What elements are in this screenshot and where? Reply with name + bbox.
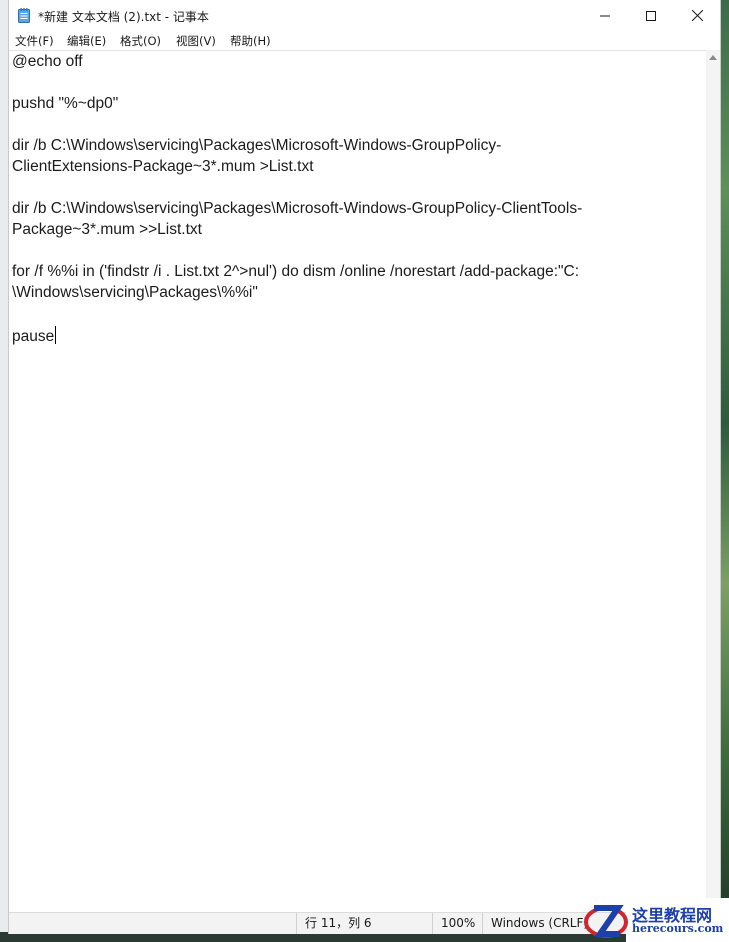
text-caret (55, 326, 57, 344)
menu-edit[interactable]: 编辑(E) (67, 33, 106, 49)
editor-line: for /f %%i in ('findstr /i . List.txt 2^… (12, 263, 580, 280)
scroll-up-arrow-icon[interactable] (709, 55, 717, 60)
background-window-edge (0, 0, 8, 942)
editor-line: Package~3*.mum >>List.txt (12, 221, 202, 238)
editor-line: pushd "%~dp0" (12, 95, 119, 112)
notepad-icon (18, 8, 30, 23)
editor-line: dir /b C:\Windows\servicing\Packages\Mic… (12, 200, 583, 217)
maximize-button[interactable] (628, 0, 674, 31)
editor-line: @echo off (12, 53, 83, 70)
title-bar[interactable]: *新建 文本文档 (2).txt - 记事本 (9, 0, 720, 31)
watermark-logo-icon (584, 905, 628, 938)
menu-view[interactable]: 视图(V) (176, 33, 216, 49)
maximize-icon (646, 10, 656, 21)
status-zoom: 100% (432, 913, 482, 934)
editor-line: dir /b C:\Windows\servicing\Packages\Mic… (12, 137, 502, 154)
notepad-window: *新建 文本文档 (2).txt - 记事本 文件(F) 编辑(E) 格式(O)… (8, 0, 721, 934)
menu-format[interactable]: 格式(O) (120, 33, 161, 49)
vertical-scrollbar[interactable] (706, 50, 720, 912)
close-button[interactable] (674, 0, 720, 31)
menu-bar: 文件(F) 编辑(E) 格式(O) 视图(V) 帮助(H) (9, 31, 720, 50)
status-cursor-position: 行 11，列 6 (296, 913, 436, 934)
close-icon (691, 10, 703, 21)
text-editor[interactable]: @echo off pushd "%~dp0" dir /b C:\Window… (9, 50, 706, 913)
editor-line-text: pause (12, 328, 55, 345)
window-title: *新建 文本文档 (2).txt - 记事本 (38, 10, 209, 24)
minimize-icon (600, 15, 610, 16)
editor-line: \Windows\servicing\Packages\%%i" (12, 284, 258, 301)
watermark-url: herecours.com (632, 922, 724, 935)
menu-help[interactable]: 帮助(H) (230, 33, 271, 49)
desktop-wallpaper (721, 0, 729, 942)
editor-line: ClientExtensions-Package~3*.mum >List.tx… (12, 158, 314, 175)
menu-file[interactable]: 文件(F) (15, 33, 54, 49)
minimize-button[interactable] (582, 0, 628, 31)
site-watermark: 这里教程网 herecours.com (582, 898, 729, 942)
editor-line-current: pause (12, 326, 57, 346)
